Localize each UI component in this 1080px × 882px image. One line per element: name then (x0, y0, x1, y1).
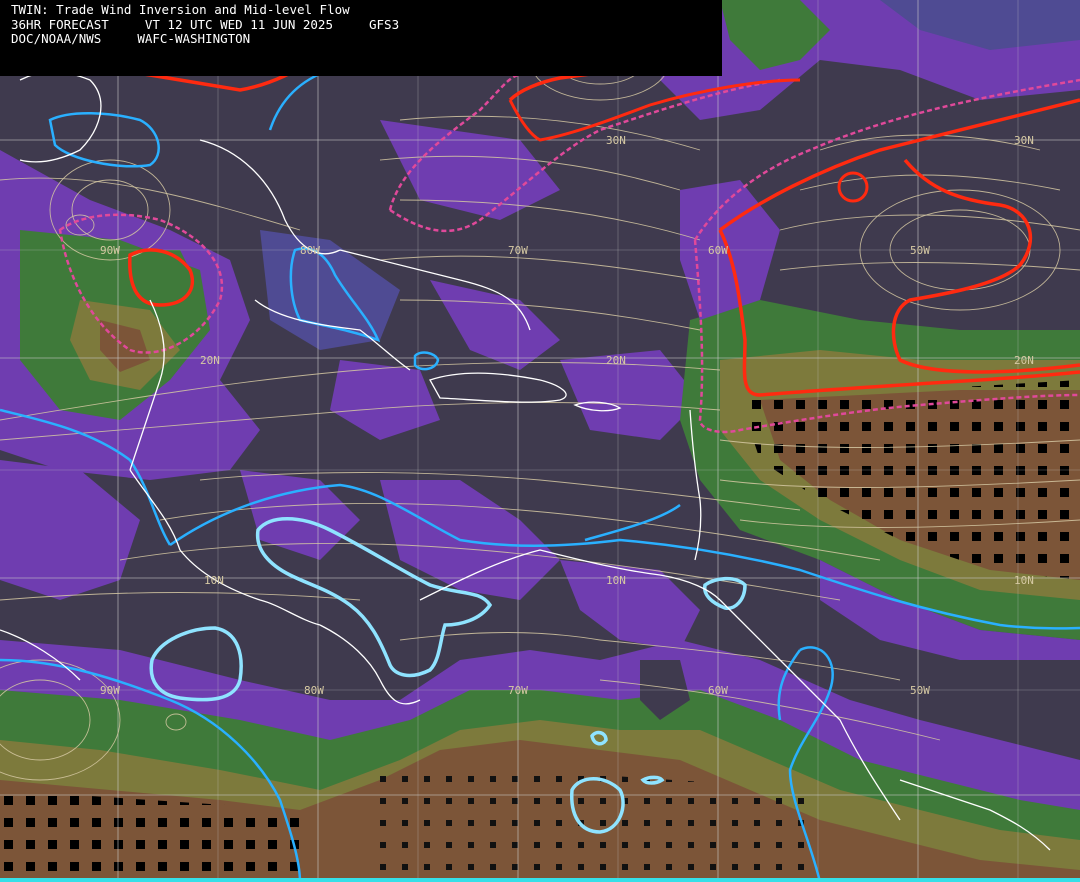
valid-time: VT 12 UTC WED 11 JUN 2025 (144, 16, 333, 32)
label-lon-50: 50W (910, 244, 930, 257)
header-panel: TWIN: Trade Wind Inversion and Mid-level… (0, 0, 722, 76)
label-lat-20: 20N (200, 354, 220, 367)
label-lon-70-south: 70W (508, 684, 528, 697)
label-lon-70: 70W (508, 244, 528, 257)
label-lat-10-east: 10N (1014, 574, 1034, 587)
label-lat-30: 30N (606, 134, 626, 147)
center: WAFC-WASHINGTON (137, 31, 251, 46)
label-lon-80-south: 80W (304, 684, 324, 697)
label-lon-90: 90W (100, 244, 120, 257)
label-lon-60-south: 60W (708, 684, 728, 697)
label-lat-20-east: 20N (1014, 354, 1034, 367)
label-lat-30-east: 30N (1014, 134, 1034, 147)
label-lat-10: 10N (204, 574, 224, 587)
model-name: GFS3 (369, 16, 400, 32)
header-forecast-line: 36HR FORECAST VT 12 UTC WED 11 JUN 2025 GF… (11, 16, 722, 33)
label-lon-50-south: 50W (910, 684, 930, 697)
agency: DOC/NOAA/NWS (11, 31, 102, 46)
header-title: TWIN: Trade Wind Inversion and Mid-level… (11, 2, 350, 17)
forecast-label: 36HR FORECAST (11, 16, 109, 32)
header-agency-line: DOC/NOAA/NWS WAFC-WASHINGTON (11, 31, 722, 47)
label-lat-10-center: 10N (606, 574, 626, 587)
label-lon-90-south: 90W (100, 684, 120, 697)
label-lon-60: 60W (708, 244, 728, 257)
label-lon-80: 80W (300, 244, 320, 257)
bottom-bar (0, 878, 1080, 882)
label-lat-20-center: 20N (606, 354, 626, 367)
weather-map: 30N 30N 90W 80W 70W 60W 50W 20N 20N 20N … (0, 0, 1080, 882)
